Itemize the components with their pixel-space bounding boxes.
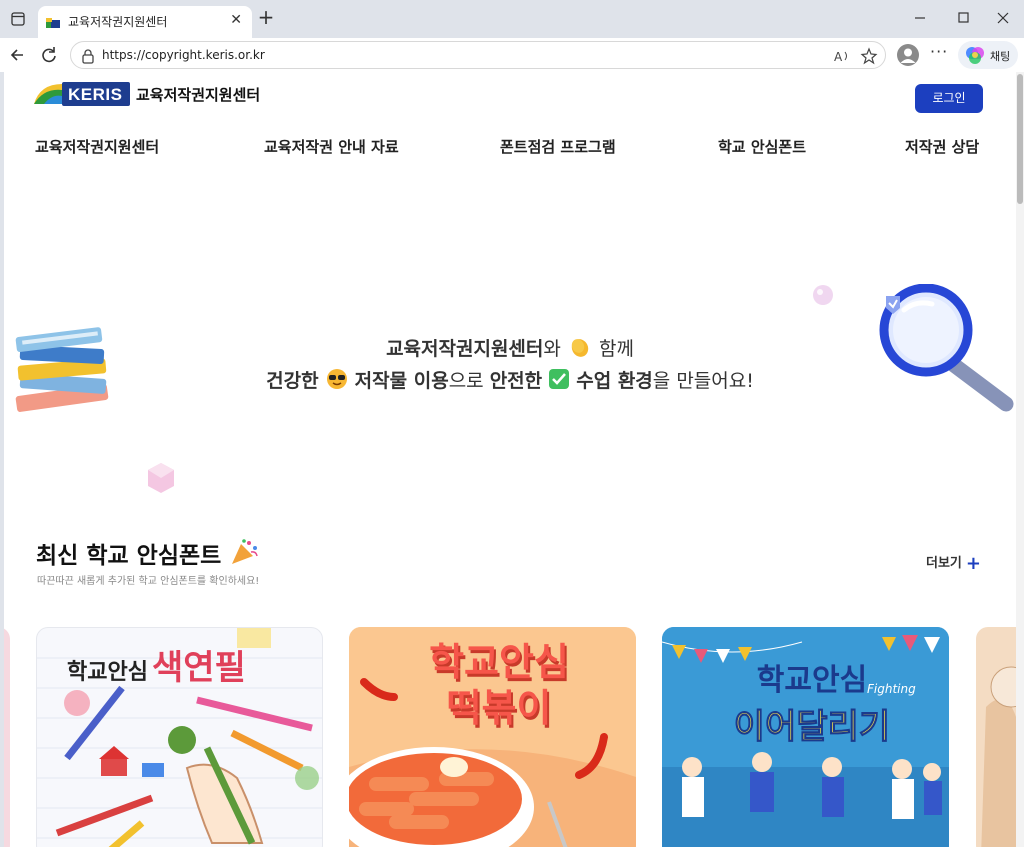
copilot-icon [965,46,985,68]
tab-title: 교육저작권지원센터 [68,15,168,29]
login-button[interactable]: 로그인 [915,84,983,113]
minimize-icon[interactable] [908,8,932,28]
partial-card-illustration [981,666,1016,847]
hero-strong-class: 수업 환경 [576,370,653,392]
hexagon-gem-icon [146,462,176,498]
svg-text:A: A [834,50,843,64]
sunglasses-face-icon [325,368,349,395]
close-window-icon[interactable] [991,8,1015,28]
keris-logo-box: KERIS [62,82,130,106]
lock-icon[interactable] [79,47,97,65]
refresh-icon[interactable] [37,43,61,67]
card-prefix: 학교안심 [67,660,148,685]
party-popper-icon [229,538,259,572]
check-mark-icon [548,368,570,395]
hero-text-together: 함께 [598,338,634,360]
browser-toolbar: https://copyright.keris.or.kr A ··· 채팅 [0,38,1024,72]
font-card-partial-left[interactable] [4,627,10,847]
tab-actions-icon[interactable] [8,9,28,29]
read-aloud-icon[interactable]: A [832,47,850,65]
more-menu-icon[interactable]: ··· [930,42,948,61]
nav-item-safe-font[interactable]: 학교 안심폰트 [718,136,806,157]
bubble-gem-icon [812,284,834,310]
close-tab-icon[interactable]: ✕ [230,12,242,28]
card-prefix: 학교안심 [429,640,569,684]
font-card-relay[interactable]: 학교안심 이어달리기 Fighting [662,627,949,847]
back-icon[interactable] [6,43,30,67]
favorite-star-icon[interactable] [860,47,878,65]
section-subtitle: 따끈따끈 새롭게 추가된 학교 안심폰트를 확인하세요! [37,576,260,587]
browser-tab-bar: 교육저작권지원센터 ✕ + [0,0,1024,38]
nav-item-consult[interactable]: 저작권 상담 [905,136,979,157]
page-scrollbar[interactable] [1016,72,1024,847]
nav-item-center[interactable]: 교육저작권지원센터 [35,136,159,157]
card-name: 떡볶이 [446,686,552,730]
card-tag-fighting: Fighting [867,682,916,696]
copilot-chat-button[interactable]: 채팅 [958,41,1018,69]
keris-logo-text: KERIS [68,85,123,104]
page-content: KERIS 교육저작권지원센터 로그인 교육저작권지원센터 교육저작권 안내 자… [4,72,1016,847]
hero-text-make: 을 만들어요! [652,370,754,392]
clap-icon [567,336,593,363]
section-title-text: 최신 학교 안심폰트 [36,543,222,569]
hero-line-1: 교육저작권지원센터와 함께 [4,334,1016,363]
site-logo[interactable]: KERIS 교육저작권지원센터 [34,80,274,108]
hero-text-with: 와 [543,338,561,360]
plus-icon: + [965,553,981,574]
section-title: 최신 학교 안심폰트 [36,536,259,572]
more-label: 더보기 [926,556,962,571]
profile-avatar-icon[interactable] [897,44,919,66]
new-tab-icon[interactable]: + [256,7,276,29]
keris-favicon-icon [46,15,60,29]
nav-item-font-check[interactable]: 폰트점검 프로그램 [500,136,616,157]
url-text: https://copyright.keris.or.kr [102,48,265,62]
site-name: 교육저작권지원센터 [136,86,261,104]
copilot-label: 채팅 [990,50,1011,63]
address-bar[interactable]: https://copyright.keris.or.kr A [70,41,886,69]
hero-strong-usage: 저작물 이용 [354,370,449,392]
scrollbar-thumb[interactable] [1017,74,1023,204]
font-card-partial-right[interactable] [976,627,1016,847]
more-link[interactable]: 더보기 + [926,552,981,574]
browser-tab[interactable]: 교육저작권지원센터 ✕ [38,6,252,38]
font-card-tteokbokki[interactable]: 학교안심 떡볶이 [349,627,636,847]
card-title-tteokbokki: 학교안심 떡볶이 [399,639,599,731]
keris-mark-icon [34,80,62,104]
hero-strong-safe: 안전한 [489,370,543,392]
hero-text-with2: 으로 [448,370,484,392]
hero-strong-healthy: 건강한 [266,370,319,392]
hero-strong-center: 교육저작권지원센터 [386,338,544,360]
card-title-relay: 학교안심 이어달리기 [702,655,922,748]
maximize-icon[interactable] [951,8,975,28]
card-name: 이어달리기 [733,707,891,748]
hero-line-2: 건강한 저작물 이용으로 안전한 수업 환경을 만들어요! [4,366,1016,395]
font-card-pencil[interactable]: 학교안심 색연필 [36,627,323,847]
card-title-pencil: 학교안심 색연필 [67,640,246,689]
card-name: 색연필 [151,648,246,688]
nav-item-guide[interactable]: 교육저작권 안내 자료 [264,136,399,157]
